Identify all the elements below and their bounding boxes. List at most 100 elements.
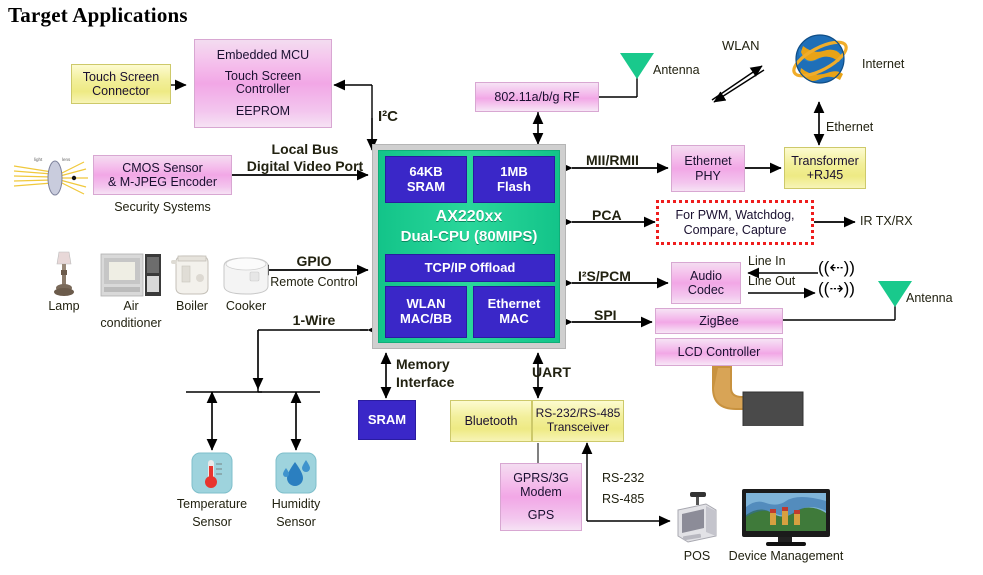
zigbee-block[interactable]: ZigBee — [655, 308, 783, 334]
external-sram-label: SRAM — [367, 411, 407, 427]
flash-1mb-line1: 1MB — [500, 163, 528, 179]
bluetooth-label: Bluetooth — [464, 413, 518, 428]
internet-label: Internet — [862, 57, 905, 71]
speaker-out-icon: ((⇢)) — [818, 279, 854, 298]
wlan-mac-line2: MAC/BB — [400, 311, 452, 326]
air-conditioner-label-line1: Air — [123, 299, 139, 313]
pca-peripherals-block[interactable]: For PWM, Watchdog, Compare, Capture — [656, 200, 814, 245]
flash-1mb-line2: Flash — [497, 178, 531, 194]
pca-peripherals-line1: For PWM, Watchdog, — [675, 208, 795, 223]
security-systems-caption: Security Systems — [114, 200, 211, 214]
lcd-panel-icon — [712, 366, 804, 426]
transformer-line2: +RJ45 — [806, 168, 844, 182]
touch-screen-connector-line1: Touch Screen — [82, 69, 160, 84]
chip-subtitle: Dual-CPU (80MIPS) — [400, 228, 538, 245]
humidity-sensor-icon — [275, 452, 317, 494]
pos-terminal-icon — [677, 492, 717, 543]
memory-interface-label-line1: Memory — [396, 356, 450, 372]
wifi-rf-label: 802.11a/b/g RF — [494, 89, 580, 104]
sram-64kb-line2: SRAM — [406, 178, 446, 194]
line-out-label: Line Out — [748, 274, 796, 288]
pca-peripherals-line2: Compare, Capture — [683, 222, 787, 237]
gprs-modem-line2: Modem — [520, 484, 562, 499]
memory-interface-label-line2: Interface — [396, 374, 455, 390]
i2s-pcm-label: I²S/PCM — [578, 268, 631, 284]
lamp-icon — [54, 251, 74, 296]
remote-control-label: Remote Control — [270, 275, 358, 289]
humidity-sensor-label-line2: Sensor — [276, 515, 316, 529]
rs-transceiver-line2: Transceiver — [546, 420, 610, 434]
antenna-top-icon — [620, 53, 654, 79]
ethernet-link-label: Ethernet — [826, 120, 874, 134]
tv-icon — [742, 489, 830, 546]
temperature-sensor-label-line2: Sensor — [192, 515, 232, 529]
camera-lens-icon: light lens — [13, 157, 88, 196]
sram-64kb-line1: 64KB — [409, 163, 443, 179]
ax220xx-chip[interactable]: 64KB SRAM 1MB Flash AX220xx Dual-CPU (80… — [372, 144, 566, 349]
air-conditioner-icon — [100, 253, 161, 297]
ethernet-phy-line2: PHY — [695, 168, 721, 183]
rs232-label: RS-232 — [602, 471, 645, 485]
one-wire-label: 1-Wire — [292, 312, 336, 328]
cooker-label: Cooker — [225, 299, 267, 313]
audio-codec-block[interactable]: Audio Codec — [671, 262, 741, 304]
touch-screen-connector-block[interactable]: Touch Screen Connector — [71, 64, 171, 104]
svg-text:((⇢)): ((⇢)) — [818, 279, 854, 298]
embedded-mcu-label: Embedded MCU — [216, 48, 310, 63]
line-in-label: Line In — [748, 254, 786, 268]
boiler-icon — [171, 255, 209, 295]
mii-rmii-label: MII/RMII — [586, 152, 639, 168]
lcd-controller-label: LCD Controller — [677, 344, 761, 359]
embedded-mcu-block[interactable]: Embedded MCU Touch Screen Controller EEP… — [194, 39, 332, 128]
air-conditioner-label-line2: conditioner — [100, 316, 162, 330]
bluetooth-block[interactable]: Bluetooth — [450, 400, 532, 442]
rs-transceiver-block[interactable]: RS-232/RS-485 Transceiver — [532, 400, 624, 442]
tcpip-offload-label: TCP/IP Offload — [424, 259, 516, 275]
audio-codec-line1: Audio — [690, 268, 722, 283]
page-title: Target Applications — [8, 3, 188, 27]
external-sram-block[interactable]: SRAM — [358, 400, 416, 440]
gps-label: GPS — [527, 507, 555, 522]
rs485-label: RS-485 — [602, 492, 645, 506]
gprs-modem-block[interactable]: GPRS/3G Modem GPS — [500, 463, 582, 531]
local-bus-label: Local Bus — [271, 141, 339, 157]
transformer-rj45-block[interactable]: Transformer +RJ45 — [784, 147, 866, 189]
svg-text:((⇠)): ((⇠)) — [818, 258, 854, 277]
touch-screen-controller-line1: Touch Screen — [224, 68, 302, 83]
cmos-sensor-block[interactable]: CMOS Sensor & M-JPEG Encoder — [93, 155, 232, 195]
tcpip-offload-block: TCP/IP Offload — [385, 254, 555, 282]
wlan-mac-bb-block: WLAN MAC/BB — [385, 286, 467, 338]
cmos-sensor-line1: CMOS Sensor — [122, 160, 203, 175]
transformer-line1: Transformer — [791, 153, 859, 168]
wlan-label: WLAN — [722, 38, 760, 53]
i2c-label: I²C — [378, 108, 398, 125]
ethernet-mac-line1: Ethernet — [487, 296, 541, 312]
diagram-canvas: Target Applications Touch Screen Connect… — [0, 0, 983, 575]
eeprom-label: EEPROM — [235, 104, 291, 119]
digital-video-port-label: Digital Video Port — [246, 158, 364, 174]
speaker-in-icon: ((⇠)) — [818, 258, 854, 277]
gpio-label: GPIO — [296, 253, 332, 269]
pos-label: POS — [683, 549, 711, 563]
lcd-controller-block[interactable]: LCD Controller — [655, 338, 783, 366]
zigbee-label: ZigBee — [699, 313, 739, 328]
ethernet-mac-block: Ethernet MAC — [473, 286, 555, 338]
ethernet-mac-line2: MAC — [499, 311, 529, 326]
internet-globe-icon — [792, 34, 848, 84]
touch-screen-connector-line2: Connector — [92, 84, 150, 98]
pca-label: PCA — [592, 207, 622, 223]
ethernet-phy-line1: Ethernet — [684, 154, 732, 169]
sram-64kb-block: 64KB SRAM — [385, 156, 467, 203]
boiler-label: Boiler — [176, 299, 208, 313]
temperature-sensor-label-line1: Temperature — [176, 497, 248, 511]
svg-text:lens: lens — [62, 157, 71, 162]
ethernet-phy-block[interactable]: Ethernet PHY — [671, 145, 745, 192]
antenna-right-label: Antenna — [906, 291, 953, 305]
wifi-rf-block[interactable]: 802.11a/b/g RF — [475, 82, 599, 112]
wlan-mac-line1: WLAN — [406, 296, 446, 312]
uart-label: UART — [532, 364, 571, 380]
svg-text:light: light — [34, 157, 43, 162]
ir-txrx-label: IR TX/RX — [860, 214, 913, 228]
antenna-top-label: Antenna — [653, 63, 700, 77]
temperature-sensor-icon — [191, 452, 233, 494]
